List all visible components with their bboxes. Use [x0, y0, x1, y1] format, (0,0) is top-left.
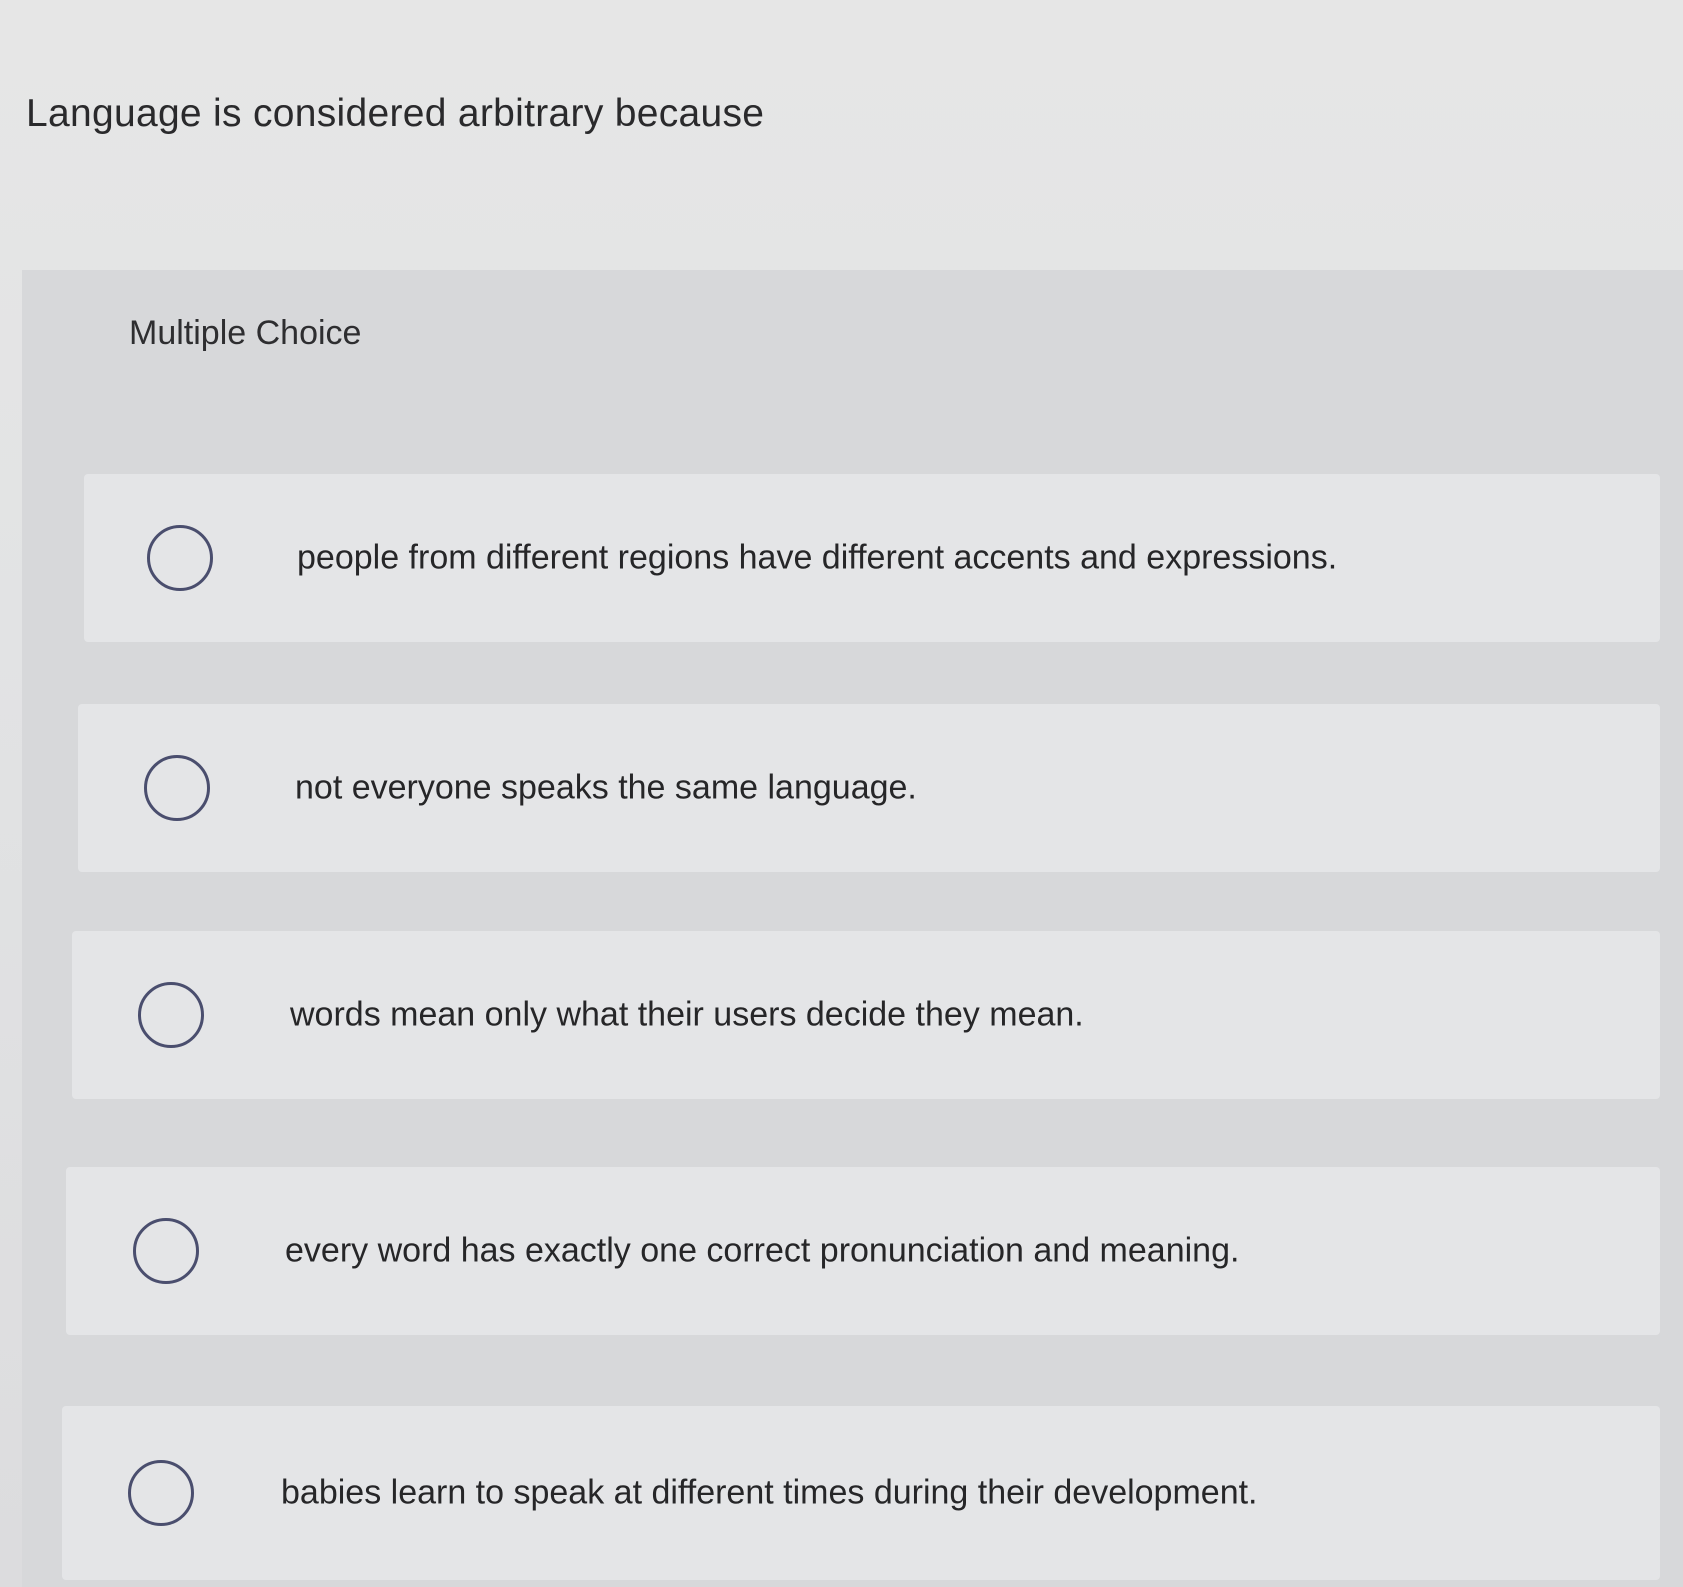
answer-option-label: not everyone speaks the same language. [295, 768, 917, 807]
question-text: Language is considered arbitrary because [26, 92, 765, 135]
answer-option-3[interactable]: words mean only what their users decide … [72, 931, 1660, 1099]
answer-panel [22, 270, 1683, 1587]
radio-button-icon[interactable] [147, 525, 213, 591]
answer-option-5[interactable]: babies learn to speak at different times… [62, 1406, 1660, 1580]
answer-option-4[interactable]: every word has exactly one correct pronu… [66, 1167, 1660, 1335]
radio-button-icon[interactable] [133, 1218, 199, 1284]
radio-button-icon[interactable] [128, 1460, 194, 1526]
answer-option-label: every word has exactly one correct pronu… [285, 1231, 1240, 1270]
question-type-label: Multiple Choice [129, 314, 362, 352]
answer-option-label: babies learn to speak at different times… [281, 1473, 1258, 1512]
radio-button-icon[interactable] [144, 755, 210, 821]
radio-button-icon[interactable] [138, 982, 204, 1048]
answer-option-label: words mean only what their users decide … [290, 995, 1084, 1034]
answer-option-label: people from different regions have diffe… [297, 538, 1338, 577]
answer-option-2[interactable]: not everyone speaks the same language. [78, 704, 1660, 872]
answer-option-1[interactable]: people from different regions have diffe… [84, 474, 1660, 642]
